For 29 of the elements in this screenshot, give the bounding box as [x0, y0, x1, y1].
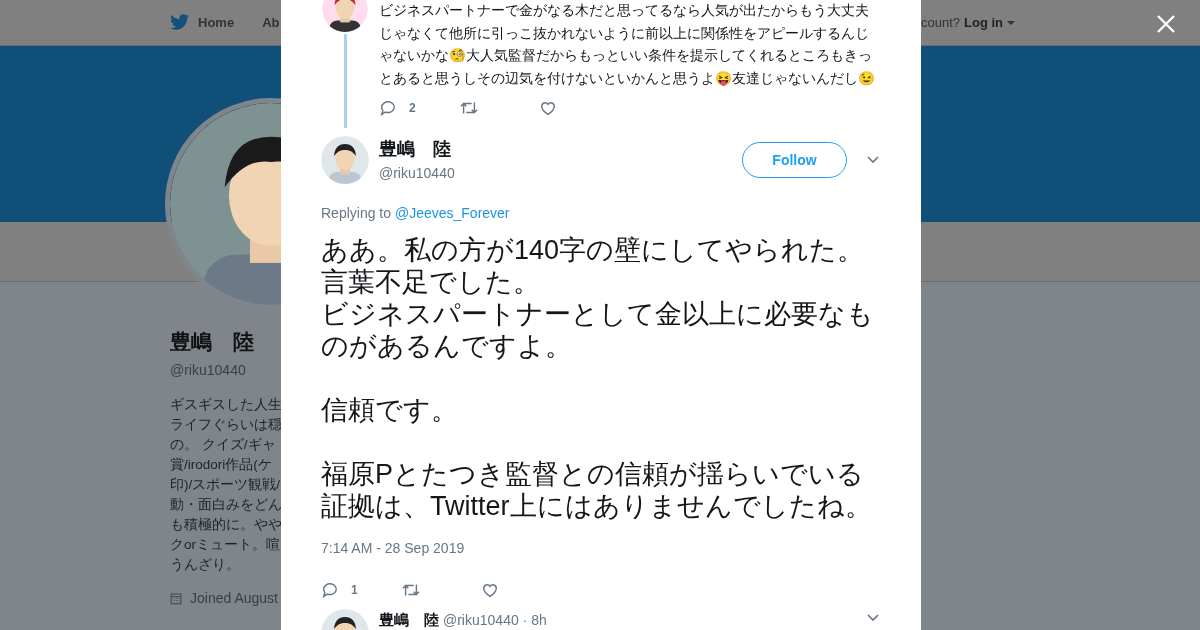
- like-icon[interactable]: [539, 99, 557, 117]
- user-handle[interactable]: @riku10440 · 8h: [443, 610, 547, 630]
- mention-link[interactable]: @Jeeves_Forever: [394, 205, 510, 221]
- login-button[interactable]: Log in: [964, 12, 1015, 33]
- user-handle[interactable]: @riku10440: [379, 163, 742, 184]
- like-icon[interactable]: [481, 581, 499, 599]
- profile-name: 豊嶋 陸: [170, 329, 255, 355]
- user-name[interactable]: 豊嶋 陸: [379, 609, 439, 630]
- reply-icon[interactable]: [379, 99, 397, 117]
- tweet-text: ああ。私の方が140字の壁にしてやられた。 言葉不足でした。 ビジネスパートナーとして金以上に必要なものがあるんですよ。: [321, 234, 875, 362]
- user-avatar: [321, 136, 369, 184]
- reply-count: 2: [409, 100, 416, 117]
- profile-handle: @riku10440: [170, 360, 247, 380]
- reply-count: 1: [351, 582, 358, 599]
- joined-date: Joined August: [190, 588, 278, 608]
- chevron-down-icon[interactable]: [867, 614, 879, 622]
- tweet-text: 福原Pとたつき監督との信頼が揺らいでいる 証拠は、Twitter上にはありませんでしたね。: [321, 458, 873, 522]
- nav-link[interactable]: Ab: [262, 12, 280, 33]
- nav-link[interactable]: Home: [198, 12, 235, 33]
- tweet-timestamp[interactable]: 7:14 AM - 28 Sep 2019: [321, 538, 881, 559]
- account-prompt: count?: [920, 13, 960, 32]
- replying-to-text: Replying to @Jeeves_Forever: [321, 204, 511, 223]
- chevron-down-icon[interactable]: [867, 156, 879, 164]
- tweet-text: 信頼です。: [321, 394, 459, 426]
- reply-tweet-text: ビジネスパートナーで金がなる木だと思ってるなら人気が出たからもう大丈夫じゃなくて他所に引っこ抜かれないように前以上に関係性をアピールするんじゃないかな🧐大人気監督だからもっといい条件を提示してくれるところもきっとあると思うしその辺気を付けないといかんと思うよ😝友達じゃないんだし😉: [379, 2, 876, 88]
- user-name[interactable]: 豊嶋 陸: [379, 136, 742, 163]
- calendar-icon: [170, 590, 183, 606]
- close-button[interactable]: [1156, 14, 1176, 34]
- reply-icon[interactable]: [321, 581, 339, 599]
